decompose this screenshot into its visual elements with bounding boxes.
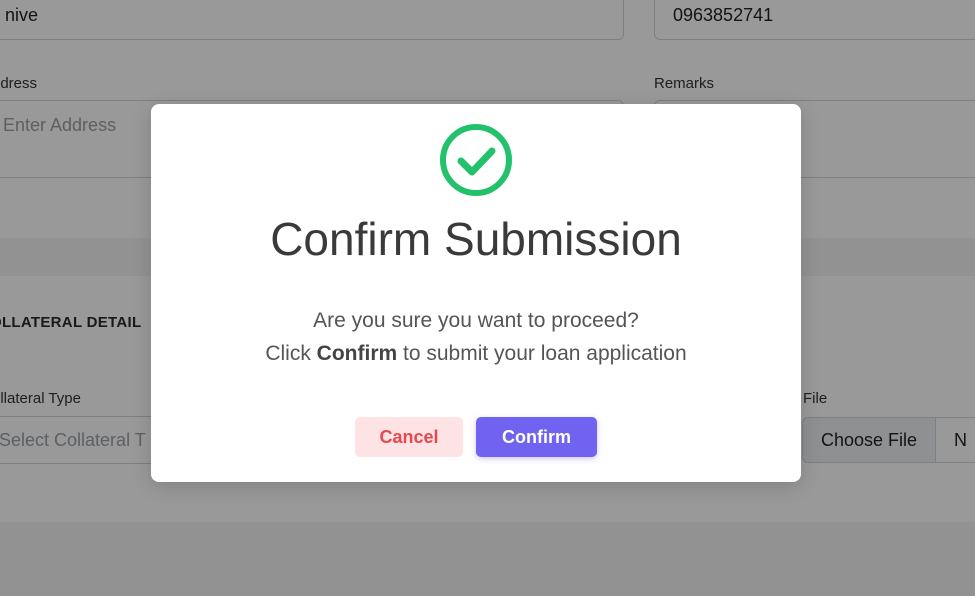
message-emphasis: Confirm: [316, 342, 398, 365]
message-suffix: to submit your loan application: [397, 342, 687, 365]
dialog-title: Confirm Submission: [270, 213, 682, 265]
dialog-message-line1: Are you sure you want to proceed?: [313, 309, 639, 332]
check-circle-icon: [440, 124, 512, 196]
confirm-submission-dialog: Confirm Submission Are you sure you want…: [151, 104, 801, 482]
dialog-message-line2: Click Confirm to submit your loan applic…: [151, 342, 801, 366]
confirm-button[interactable]: Confirm: [476, 417, 597, 457]
cancel-button[interactable]: Cancel: [355, 417, 463, 457]
message-prefix: Click: [265, 342, 317, 365]
